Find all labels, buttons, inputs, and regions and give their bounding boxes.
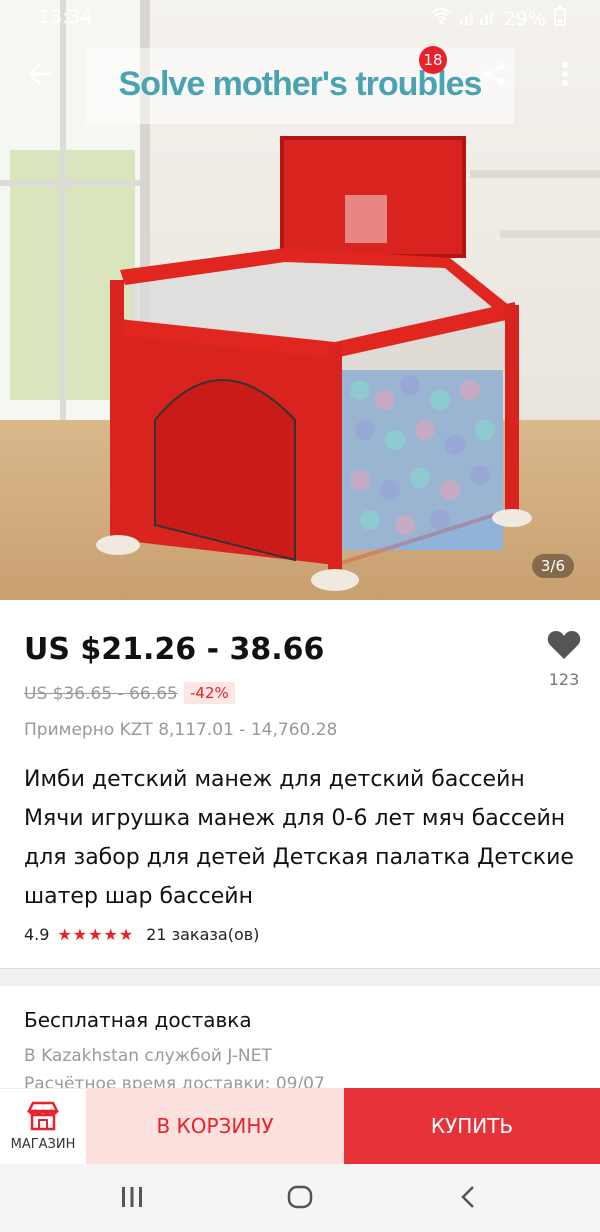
section-divider xyxy=(0,968,600,987)
wifi-icon xyxy=(430,7,452,30)
shipping-via: В Kazakhstan службой J-NET xyxy=(24,1046,272,1066)
favorite-count: 123 xyxy=(548,670,580,689)
rating-value: 4.9 xyxy=(24,925,50,944)
status-time: 13:34 xyxy=(38,6,93,28)
add-to-cart-button[interactable]: В КОРЗИНУ xyxy=(86,1088,344,1164)
heart-icon xyxy=(547,631,581,664)
bottom-action-bar: МАГАЗИН В КОРЗИНУ КУПИТЬ xyxy=(0,1088,600,1165)
battery-icon xyxy=(554,6,566,31)
shipping-title: Бесплатная доставка xyxy=(24,1008,252,1032)
store-icon xyxy=(0,1089,86,1135)
store-button[interactable]: МАГАЗИН xyxy=(0,1088,86,1165)
nav-back-button[interactable] xyxy=(448,1182,488,1216)
favorite-button[interactable]: 123 xyxy=(540,630,588,689)
product-title: Имби детский манеж для детский бассейн М… xyxy=(24,767,574,909)
more-vert-icon xyxy=(561,61,569,91)
banner-text: Solve mother's troubles xyxy=(118,65,483,103)
buy-now-button[interactable]: КУПИТЬ xyxy=(344,1088,600,1164)
home-icon xyxy=(287,1185,313,1213)
recent-apps-icon xyxy=(120,1186,144,1212)
nav-back-icon xyxy=(460,1185,476,1213)
status-icons: 29% xyxy=(430,6,566,31)
approx-price: Примерно KZT 8,117.01 - 14,760.28 xyxy=(24,720,338,740)
status-bar: 13:34 29% xyxy=(0,0,600,34)
rating-row[interactable]: 4.9 ★★★★★ 21 заказа(ов) xyxy=(24,925,259,944)
recent-apps-button[interactable] xyxy=(112,1182,152,1216)
image-banner: Solve mother's troubles xyxy=(86,48,514,124)
rating-stars: ★★★★★ xyxy=(57,925,135,944)
back-arrow-icon xyxy=(27,61,53,91)
signal-icon xyxy=(459,8,496,30)
image-counter: 3/6 xyxy=(531,554,574,578)
share-button[interactable] xyxy=(472,54,516,98)
original-price: US $36.65 - 66.65 xyxy=(24,684,178,704)
share-icon xyxy=(481,61,507,91)
current-price: US $21.26 - 38.66 xyxy=(24,632,325,667)
back-button[interactable] xyxy=(18,54,62,98)
product-info: US $21.26 - 38.66 US $36.65 - 66.65 -42%… xyxy=(0,600,600,968)
discount-badge: -42% xyxy=(184,682,235,704)
system-nav-bar xyxy=(0,1164,600,1232)
cart-count-badge[interactable]: 18 xyxy=(419,46,447,74)
more-options-button[interactable] xyxy=(543,54,587,98)
store-label: МАГАЗИН xyxy=(10,1137,76,1152)
battery-percent: 29% xyxy=(503,7,546,30)
orders-count: 21 заказа(ов) xyxy=(146,925,260,944)
home-button[interactable] xyxy=(280,1182,320,1216)
